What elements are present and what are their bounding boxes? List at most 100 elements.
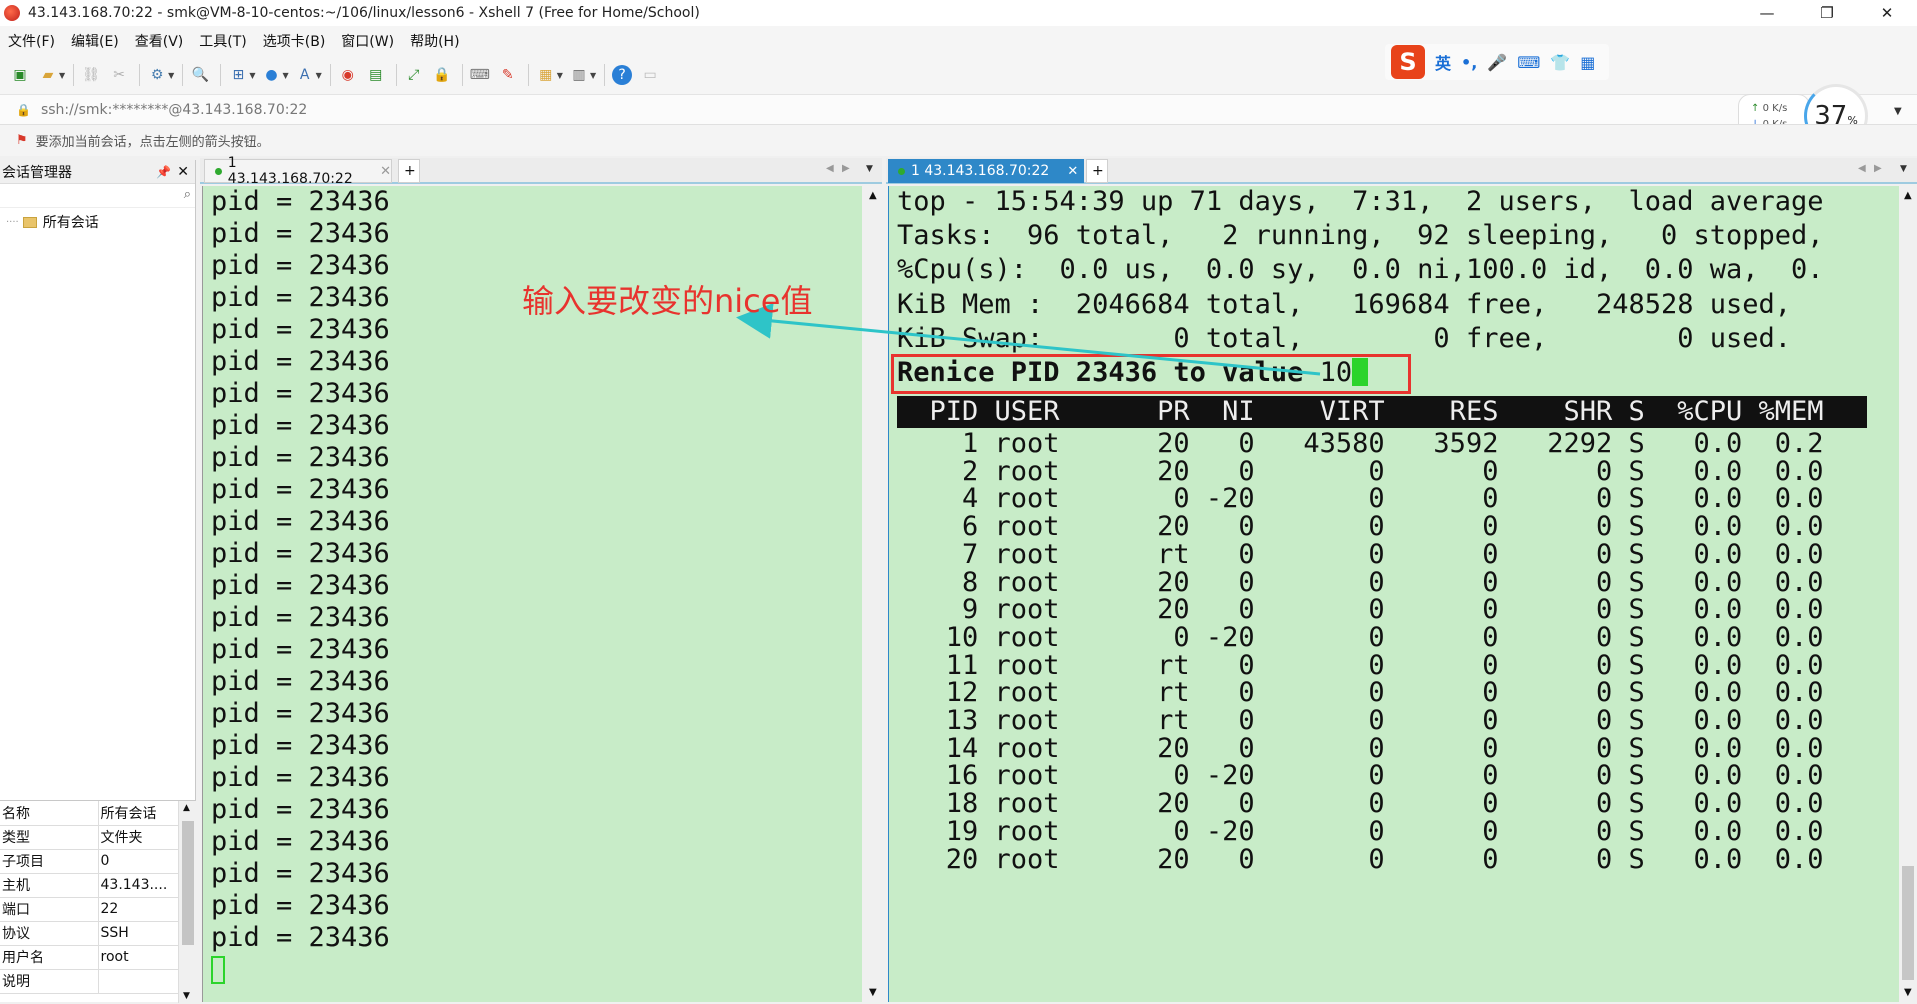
scroll-down-icon[interactable]: ▼ xyxy=(1904,987,1912,998)
connect-icon[interactable]: ⛓ xyxy=(81,65,101,85)
maximize-button[interactable]: ❐ xyxy=(1797,0,1857,26)
address-bar[interactable]: 🔒 ssh://smk:********@43.143.168.70:22 xyxy=(0,94,1917,124)
punctuation-icon[interactable]: •, xyxy=(1461,53,1477,72)
sogou-logo-icon[interactable]: S xyxy=(1391,45,1425,79)
session-search-input[interactable]: ⌕ xyxy=(0,184,195,208)
add-tab-button[interactable]: + xyxy=(398,159,420,183)
tab-list-icon[interactable]: ▼ xyxy=(866,164,873,174)
menu-window[interactable]: 窗口(W) xyxy=(341,31,394,51)
chevron-down-icon[interactable]: ▼ xyxy=(59,71,65,80)
tab-label: 1 43.143.168.70:22 xyxy=(227,155,353,187)
scroll-up-icon[interactable]: ▲ xyxy=(1904,190,1912,201)
search-icon[interactable]: ⌕ xyxy=(184,187,191,202)
tab-scroll-right-icon[interactable]: ▶ xyxy=(842,163,850,174)
disconnect-icon[interactable]: ✂ xyxy=(109,65,129,85)
find-icon[interactable]: 🔍 xyxy=(190,65,210,85)
xmanager-icon[interactable]: ▤ xyxy=(366,65,386,85)
menu-file[interactable]: 文件(F) xyxy=(8,31,55,51)
right-terminal[interactable]: top - 15:54:39 up 71 days, 7:31, 2 users… xyxy=(888,186,1900,1002)
keyboard-icon[interactable]: ⌨ xyxy=(1517,53,1540,72)
menu-view[interactable]: 查看(V) xyxy=(135,31,184,51)
terminal-line: pid = 23436 xyxy=(211,698,390,729)
left-terminal-scrollbar[interactable]: ▲ ▼ xyxy=(864,186,882,1002)
new-session-icon[interactable]: ▣ xyxy=(10,65,30,85)
layout-icon[interactable]: ▥ xyxy=(569,65,589,85)
skin-icon[interactable]: 👕 xyxy=(1550,53,1570,72)
property-key: 名称 xyxy=(0,801,99,826)
menu-help[interactable]: 帮助(H) xyxy=(410,31,459,51)
xftp-icon[interactable]: ◉ xyxy=(338,65,358,85)
terminal-line: pid = 23436 xyxy=(211,890,390,921)
top-summary-line: %Cpu(s): 0.0 us, 0.0 sy, 0.0 ni,100.0 id… xyxy=(897,254,1824,286)
properties-scrollbar[interactable]: ▲ ▼ xyxy=(178,801,196,1003)
help-icon[interactable]: ? xyxy=(612,65,633,85)
menu-edit[interactable]: 编辑(E) xyxy=(71,31,119,51)
close-tab-icon[interactable]: ✕ xyxy=(1067,164,1078,179)
minimize-button[interactable]: — xyxy=(1737,0,1797,26)
terminal-line: pid = 23436 xyxy=(211,570,390,601)
tab-session-left[interactable]: 1 43.143.168.70:22 ✕ xyxy=(204,155,392,187)
scroll-down-icon[interactable]: ▼ xyxy=(869,987,877,998)
fullscreen-icon[interactable]: ⤢ xyxy=(404,65,424,85)
terminal-line: pid = 23436 xyxy=(211,922,390,953)
properties-icon[interactable]: ⚙ xyxy=(147,65,167,85)
property-key: 用户名 xyxy=(0,945,99,970)
terminal-line: pid = 23436 xyxy=(211,538,390,569)
open-folder-icon[interactable]: ▰ xyxy=(38,65,58,85)
scrollbar-thumb[interactable] xyxy=(182,821,194,945)
close-tab-icon[interactable]: ✕ xyxy=(380,164,391,179)
tab-session-right[interactable]: 1 43.143.168.70:22 ✕ xyxy=(888,159,1084,183)
chat-icon[interactable]: ▭ xyxy=(640,65,660,85)
address-text[interactable]: ssh://smk:********@43.143.168.70:22 xyxy=(41,102,307,118)
highlight-icon[interactable]: ✎ xyxy=(498,65,518,85)
close-button[interactable]: ✕ xyxy=(1857,0,1917,26)
terminal-line: pid = 23436 xyxy=(211,794,390,825)
network-icon[interactable]: ⊞ xyxy=(228,65,248,85)
terminal-line: pid = 23436 xyxy=(211,218,390,249)
lock-icon[interactable]: 🔒 xyxy=(432,65,452,85)
chevron-down-icon[interactable]: ▼ xyxy=(557,71,563,80)
language-toggle[interactable]: 英 xyxy=(1435,50,1451,74)
tab-scroll-left-icon[interactable]: ◀ xyxy=(1858,163,1866,174)
font-icon[interactable]: A xyxy=(295,65,315,85)
table-row: 用户名 root xyxy=(0,945,178,970)
ime-toolbar: S 英 •, 🎤 ⌨ 👕 ▦ xyxy=(1385,44,1609,80)
terminal-line: pid = 23436 xyxy=(211,314,390,345)
chevron-down-icon[interactable]: ▼ xyxy=(316,71,322,80)
pin-icon[interactable]: 📌 xyxy=(156,165,171,179)
property-key: 说明 xyxy=(0,969,99,994)
scrollbar-thumb[interactable] xyxy=(1902,866,1914,980)
chevron-down-icon[interactable]: ▼ xyxy=(282,71,288,80)
scroll-up-icon[interactable]: ▲ xyxy=(183,803,190,813)
scroll-down-icon[interactable]: ▼ xyxy=(183,991,190,1001)
menu-tools[interactable]: 工具(T) xyxy=(199,31,246,51)
keyboard-icon[interactable]: ⌨ xyxy=(470,65,490,85)
terminal-line: pid = 23436 xyxy=(211,634,390,665)
close-icon[interactable]: ✕ xyxy=(177,164,189,180)
add-tab-button[interactable]: + xyxy=(1086,159,1108,183)
tree-item-all-sessions[interactable]: ···· 所有会话 xyxy=(0,208,195,232)
upload-rate: 0 xyxy=(1762,103,1769,114)
session-manager-header: 会话管理器 📌 ✕ xyxy=(0,160,195,184)
xshell-window: 43.143.168.70:22 - smk@VM-8-10-centos:~/… xyxy=(0,0,1917,1004)
menu-tabs[interactable]: 选项卡(B) xyxy=(263,31,326,51)
tab-scroll-left-icon[interactable]: ◀ xyxy=(826,163,834,174)
annotation-text: 输入要改变的nice值 xyxy=(522,282,813,320)
process-row: 20 root 20 0 0 0 0 S 0.0 0.0 xyxy=(897,843,1824,875)
chevron-down-icon[interactable]: ▼ xyxy=(590,71,596,80)
script-icon[interactable]: ▦ xyxy=(536,65,556,85)
tab-scroll-right-icon[interactable]: ▶ xyxy=(1874,163,1882,174)
chevron-down-icon[interactable]: ▼ xyxy=(168,71,174,80)
scroll-up-icon[interactable]: ▲ xyxy=(869,190,877,201)
chevron-down-icon[interactable]: ▼ xyxy=(249,71,255,80)
right-terminal-scrollbar[interactable]: ▲ ▼ xyxy=(1899,186,1917,1002)
bookmark-flag-icon[interactable]: ⚑ xyxy=(16,133,28,148)
chevron-down-icon[interactable]: ▼ xyxy=(1894,106,1902,117)
tab-label: 1 43.143.168.70:22 xyxy=(911,163,1050,179)
globe-icon[interactable]: ● xyxy=(261,65,281,85)
microphone-icon[interactable]: 🎤 xyxy=(1487,53,1507,72)
plus-icon: + xyxy=(1092,163,1104,179)
toolbox-icon[interactable]: ▦ xyxy=(1580,53,1595,72)
tab-list-icon[interactable]: ▼ xyxy=(1900,164,1907,174)
table-row: 说明 xyxy=(0,969,178,994)
